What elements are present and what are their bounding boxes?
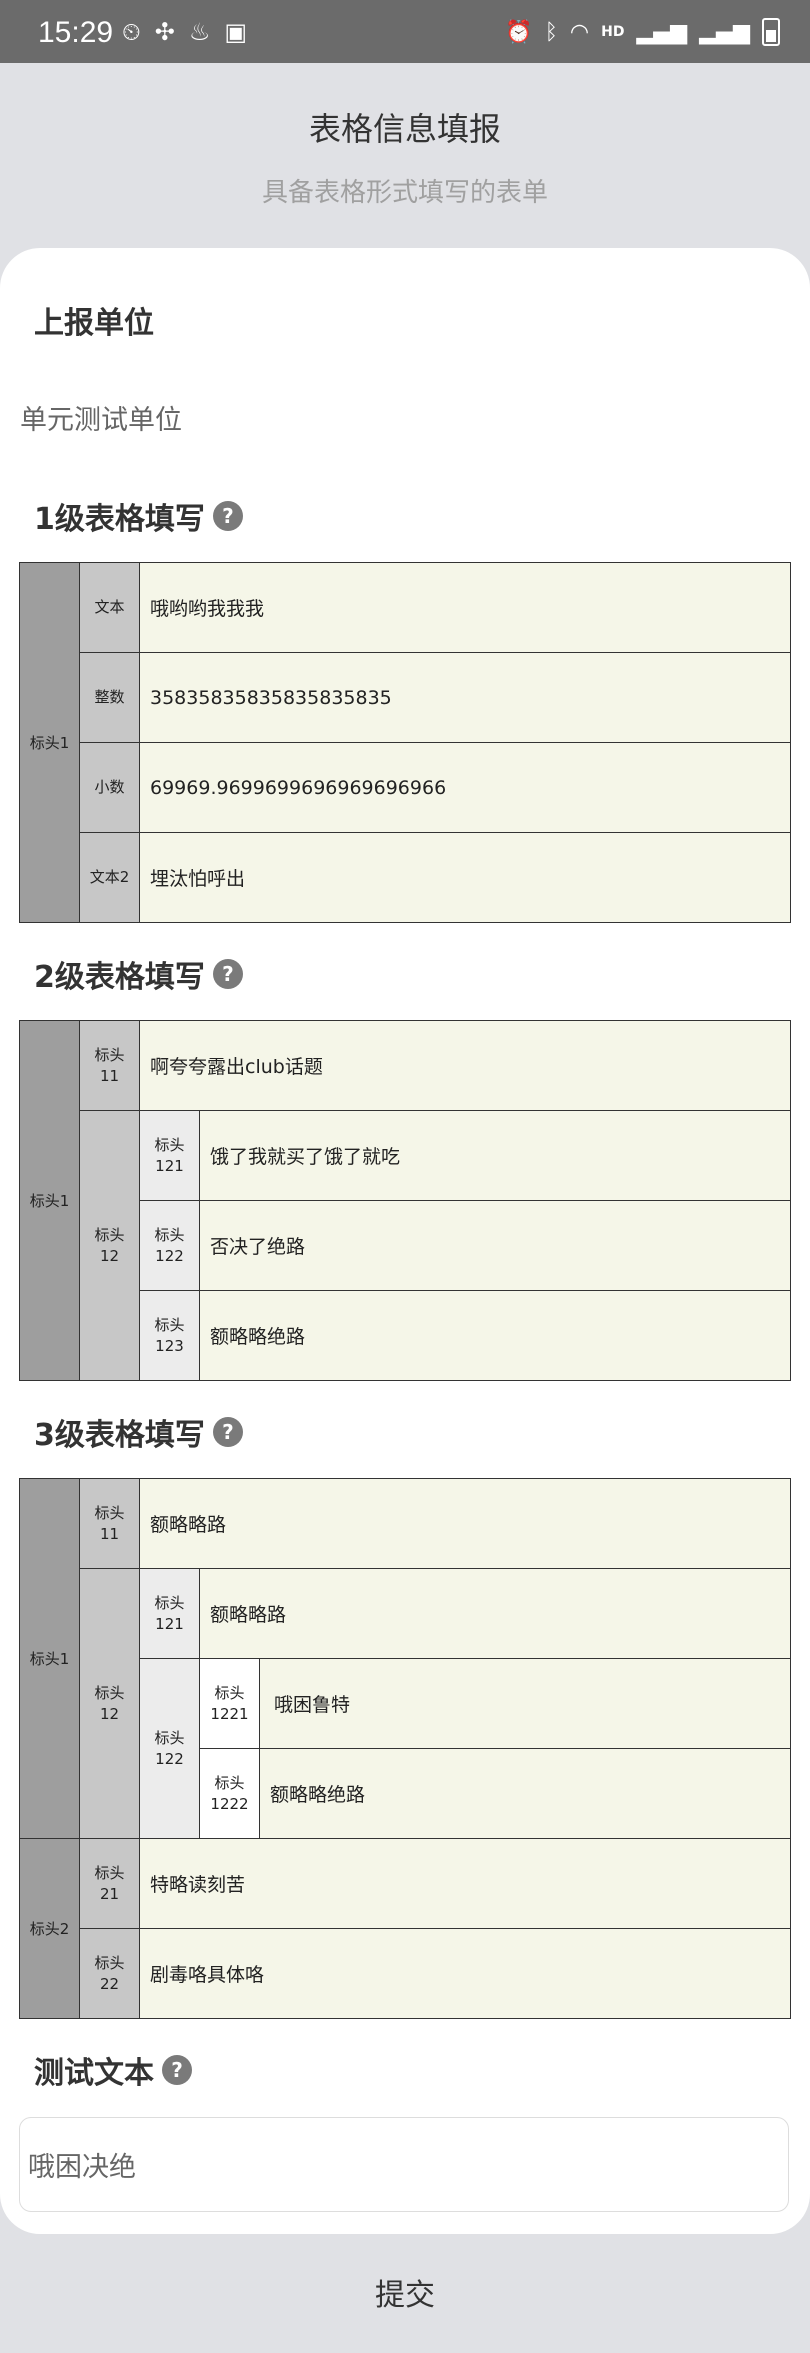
bluetooth-icon: ᛒ	[544, 19, 558, 45]
page-title: 表格信息填报	[308, 110, 501, 148]
table3-cell-121[interactable]: 额略略路	[199, 1568, 791, 1659]
table3: 标头1 标头 11 额略略路 标头 12 标头 121 额略略路 标头 122 …	[19, 1478, 791, 2019]
fan-icon: ✣	[154, 18, 175, 46]
unit-value: 单元测试单位	[20, 405, 182, 436]
table1-row-label: 文本2	[79, 832, 140, 923]
table2-head: 标头1	[19, 1020, 80, 1381]
text-section-label: 测试文本	[34, 2056, 154, 2091]
table1-integer-cell[interactable]: 35835835835835835835	[139, 652, 791, 743]
table2-cell-11[interactable]: 啊夸夸露出club话题	[139, 1020, 791, 1111]
wifi-icon: ◠	[569, 19, 590, 45]
table3-head-1: 标头1	[19, 1478, 80, 1839]
table2-header-122: 标头 122	[139, 1200, 200, 1291]
table1-text2-cell[interactable]: 埋汰怕呼出	[139, 832, 791, 923]
timer-icon: ⏲	[122, 18, 141, 46]
signal-4g-icon: ▂▄▆	[699, 19, 750, 45]
table2-cell-121[interactable]: 饿了我就买了饿了就吃	[199, 1110, 791, 1201]
table3-header-12: 标头 12	[79, 1568, 140, 1839]
help-icon[interactable]: ?	[212, 1417, 243, 1447]
table1-decimal-cell[interactable]: 69969.9699699696969696966	[139, 742, 791, 833]
status-notification-icons: ⏲ ✣ ♨ ▣	[122, 18, 247, 46]
image-icon: ▣	[224, 18, 248, 46]
table2-header-121: 标头 121	[139, 1110, 200, 1201]
table1-title: 1级表格填写 ?	[34, 494, 243, 538]
page-subtitle: 具备表格形式填写的表单	[261, 178, 548, 208]
status-system-icons: ⏰ ᛒ ◠ HD ▂▄▆ ▂▄▆	[505, 18, 780, 46]
table3-header-21: 标头 21	[79, 1838, 140, 1929]
table2-header-11: 标头 11	[79, 1020, 140, 1111]
table2-header-123: 标头 123	[139, 1290, 200, 1381]
table2-title: 2级表格填写 ?	[34, 952, 243, 996]
status-time: 15:29	[38, 16, 114, 49]
table2-header-12: 标头 12	[79, 1110, 140, 1381]
table3-cell-21[interactable]: 特略读刻苦	[139, 1838, 791, 1929]
unit-section-label: 上报单位	[34, 306, 154, 341]
table2-title-label: 2级表格填写	[34, 960, 205, 995]
table3-head-2: 标头2	[19, 1838, 80, 2019]
table3-header-1222: 标头 1222	[199, 1748, 260, 1839]
unit-section-title: 上报单位	[34, 298, 154, 342]
table2: 标头1 标头 11 啊夸夸露出club话题 标头 12 标头 121 饿了我就买…	[19, 1020, 791, 1381]
table1-head: 标头1	[19, 562, 80, 923]
table3-cell-1221[interactable]: 哦困鲁特	[259, 1658, 791, 1749]
alarm-icon: ⏰	[505, 19, 533, 45]
help-icon[interactable]: ?	[212, 501, 243, 531]
table3-title-label: 3级表格填写	[34, 1418, 205, 1453]
text-section-title: 测试文本 ?	[34, 2048, 192, 2092]
help-icon[interactable]: ?	[212, 959, 243, 989]
table2-cell-123[interactable]: 额略略绝路	[199, 1290, 791, 1381]
table2-cell-122[interactable]: 否决了绝路	[199, 1200, 791, 1291]
table3-header-11: 标头 11	[79, 1478, 140, 1569]
network-type-label: HD	[601, 24, 625, 40]
table3-cell-22[interactable]: 剧毒咯具体咯	[139, 1928, 791, 2019]
notification-icon: ♨	[188, 18, 211, 46]
table1-title-label: 1级表格填写	[34, 502, 205, 537]
table3-cell-11[interactable]: 额略略路	[139, 1478, 791, 1569]
table3-header-22: 标头 22	[79, 1928, 140, 2019]
table3-header-122: 标头 122	[139, 1658, 200, 1839]
table3-header-1221: 标头 1221	[199, 1658, 260, 1749]
submit-button[interactable]: 提交	[0, 2270, 810, 2314]
table3-header-121: 标头 121	[139, 1568, 200, 1659]
table3-title: 3级表格填写 ?	[34, 1410, 243, 1454]
table1-row-label: 整数	[79, 652, 140, 743]
test-text-input[interactable]: 哦困决绝	[19, 2117, 789, 2212]
battery-icon	[762, 18, 780, 46]
signal-5g-icon: ▂▄▆	[636, 19, 688, 45]
table1: 标头1 文本 哦哟哟我我我 整数 35835835835835835835 小数…	[19, 562, 791, 923]
help-icon[interactable]: ?	[162, 2055, 192, 2085]
table1-row-label: 小数	[79, 742, 140, 833]
table1-row-label: 文本	[79, 562, 140, 653]
status-bar: 15:29 ⏲ ✣ ♨ ▣ ⏰ ᛒ ◠ HD ▂▄▆ ▂▄▆	[0, 0, 810, 63]
table1-text-cell[interactable]: 哦哟哟我我我	[139, 562, 791, 653]
table3-cell-1222[interactable]: 额略略绝路	[259, 1748, 791, 1839]
